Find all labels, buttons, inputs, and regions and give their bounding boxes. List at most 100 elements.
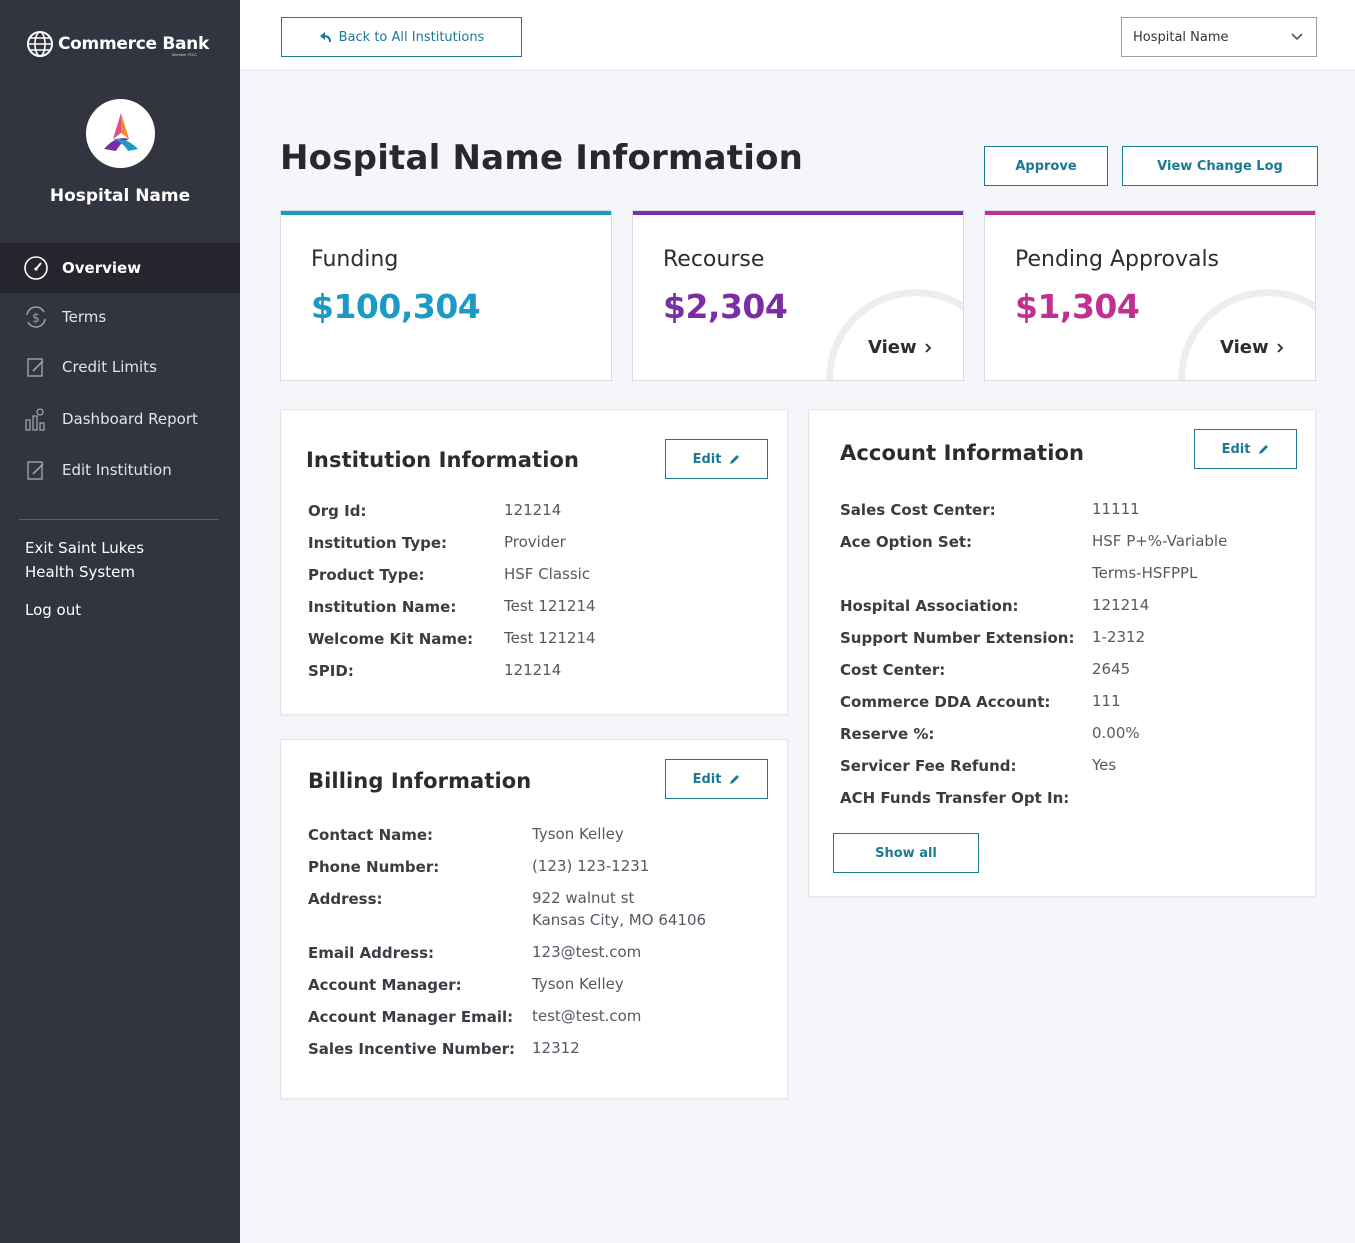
institution-panel-title: Institution Information — [306, 448, 580, 472]
info-label: Sales Cost Center: — [840, 501, 996, 519]
sidebar-item-label: Terms — [62, 308, 107, 326]
recourse-card: Recourse $2,304 View — [632, 210, 964, 381]
info-label: ACH Funds Transfer Opt In: — [840, 789, 1070, 807]
page-title: Hospital Name Information — [280, 138, 804, 178]
report-people-icon — [22, 405, 50, 433]
svg-text:$: $ — [32, 311, 40, 325]
funding-label: Funding — [311, 247, 399, 272]
institution-information-panel: Institution Information Edit Org Id: 121… — [280, 409, 788, 715]
info-label: Reserve %: — [840, 725, 935, 743]
sidebar-item-label: Dashboard Report — [62, 410, 198, 428]
back-to-institutions-button[interactable]: Back to All Institutions — [281, 17, 522, 57]
info-value: 2645 — [1092, 660, 1131, 678]
sidebar-item-label: Credit Limits — [62, 358, 157, 376]
recourse-label: Recourse — [663, 247, 765, 272]
info-value: Tyson Kelley — [532, 975, 624, 993]
sidebar-divider — [19, 519, 219, 520]
view-link-label: View — [868, 337, 917, 358]
info-label: Support Number Extension: — [840, 629, 1075, 647]
recourse-view-link[interactable]: View — [868, 337, 932, 358]
pending-approvals-view-link[interactable]: View — [1220, 337, 1284, 358]
logout-link[interactable]: Log out — [25, 598, 81, 622]
sidebar-item-label: Edit Institution — [62, 461, 172, 479]
sidebar: Commerce Bank Member FDIC Hospital Name … — [0, 0, 240, 1243]
pencil-icon — [730, 454, 740, 464]
info-value: HSF Classic — [504, 565, 591, 583]
recourse-value: $2,304 — [663, 287, 788, 326]
sidebar-item-label: Overview — [62, 259, 142, 277]
card-accent-bar — [633, 211, 963, 215]
info-value: Kansas City, MO 64106 — [532, 911, 707, 929]
speedometer-icon — [22, 254, 50, 282]
sidebar-item-edit-institution[interactable]: Edit Institution — [0, 445, 240, 495]
card-accent-bar — [985, 211, 1315, 215]
info-value: Tyson Kelley — [532, 825, 624, 843]
account-edit-button[interactable]: Edit — [1194, 429, 1297, 469]
info-label: Contact Name: — [308, 826, 434, 844]
billing-information-panel: Billing Information Edit Contact Name: T… — [280, 739, 788, 1099]
info-value: 0.00% — [1092, 724, 1140, 742]
pencil-icon — [730, 774, 740, 784]
account-information-panel: Account Information Edit Sales Cost Cent… — [808, 409, 1316, 897]
info-value: 1-2312 — [1092, 628, 1146, 646]
info-value: test@test.com — [532, 1007, 642, 1025]
info-label: Ace Option Set: — [840, 533, 973, 551]
info-label: Org Id: — [308, 502, 367, 520]
hospital-select-value: Hospital Name — [1133, 29, 1229, 45]
billing-panel-title: Billing Information — [308, 769, 532, 793]
hospital-select[interactable]: Hospital Name — [1121, 17, 1317, 57]
info-label: Account Manager Email: — [308, 1008, 514, 1026]
chevron-down-icon — [1291, 33, 1303, 41]
billing-edit-button[interactable]: Edit — [665, 759, 768, 799]
sidebar-hospital-name: Hospital Name — [49, 186, 191, 206]
info-label: Product Type: — [308, 566, 425, 584]
sidebar-item-credit-limits[interactable]: Credit Limits — [0, 342, 240, 392]
info-value: Test 121214 — [504, 597, 596, 615]
info-label: Sales Incentive Number: — [308, 1040, 516, 1058]
back-arrow-icon — [319, 32, 331, 43]
info-value: Provider — [504, 533, 566, 551]
sidebar-item-dashboard-report[interactable]: Dashboard Report — [0, 394, 240, 444]
institution-edit-button[interactable]: Edit — [665, 439, 768, 479]
topbar: Back to All Institutions Hospital Name — [240, 0, 1355, 71]
pencil-icon — [1259, 444, 1269, 454]
hospital-avatar — [86, 99, 155, 168]
view-link-label: View — [1220, 337, 1269, 358]
pending-approvals-value: $1,304 — [1015, 287, 1140, 326]
info-label: Cost Center: — [840, 661, 946, 679]
info-label: Institution Type: — [308, 534, 448, 552]
brand-name: Commerce Bank — [58, 34, 209, 54]
info-label: Commerce DDA Account: — [840, 693, 1051, 711]
brand-subtitle: Member FDIC — [172, 52, 198, 57]
info-label: Servicer Fee Refund: — [840, 757, 1017, 775]
info-value: 121214 — [504, 661, 562, 679]
back-button-label: Back to All Institutions — [338, 29, 485, 45]
info-value: 922 walnut st — [532, 889, 635, 907]
exit-line-1: Exit Saint Lukes — [25, 539, 145, 557]
info-label: Email Address: — [308, 944, 435, 962]
info-label: SPID: — [308, 662, 354, 680]
info-label: Institution Name: — [308, 598, 457, 616]
info-label: Phone Number: — [308, 858, 440, 876]
chevron-right-icon — [1276, 342, 1283, 353]
info-value: 12312 — [532, 1039, 580, 1057]
info-label: Account Manager: — [308, 976, 462, 994]
edit-label: Edit — [692, 771, 722, 787]
sidebar-item-terms[interactable]: $ Terms — [0, 292, 240, 342]
document-edit-icon — [22, 353, 50, 381]
dollar-cycle-icon: $ — [22, 303, 50, 331]
approve-button[interactable]: Approve — [984, 146, 1108, 186]
pending-approvals-label: Pending Approvals — [1015, 247, 1220, 272]
exit-system-link[interactable]: Exit Saint Lukes Health System — [25, 536, 144, 584]
view-change-log-button[interactable]: View Change Log — [1122, 146, 1318, 186]
info-label: Welcome Kit Name: — [308, 630, 474, 648]
info-value: 121214 — [1092, 596, 1150, 614]
chevron-right-icon — [924, 342, 931, 353]
info-value: Test 121214 — [504, 629, 596, 647]
funding-value: $100,304 — [311, 287, 481, 326]
pending-approvals-card: Pending Approvals $1,304 View — [984, 210, 1316, 381]
sidebar-item-overview[interactable]: Overview — [0, 243, 240, 293]
info-value: 123@test.com — [532, 943, 642, 961]
info-value: Yes — [1092, 756, 1117, 774]
show-all-button[interactable]: Show all — [833, 833, 979, 873]
